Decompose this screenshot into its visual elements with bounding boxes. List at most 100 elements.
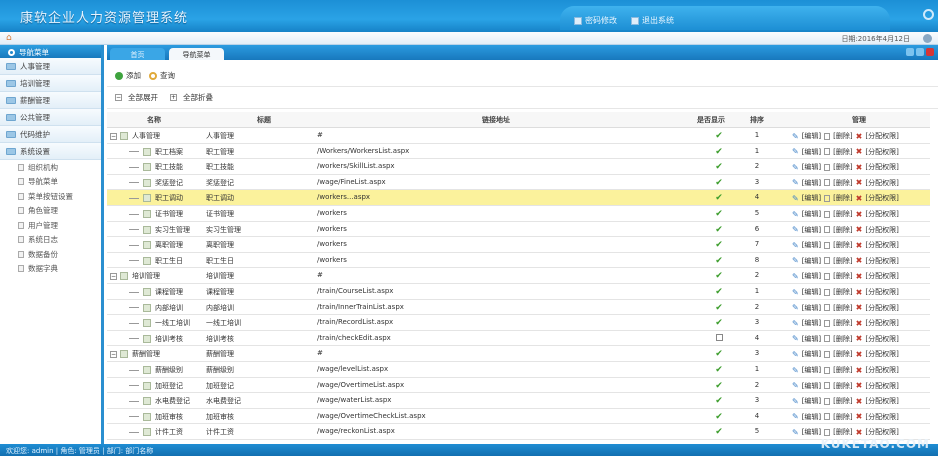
table-row[interactable]: 证书管理 证书管理/workers ✔ 5 ✎ [编辑] [删除] ✖ [分配权限] — [107, 206, 930, 222]
sidebar-item[interactable]: 人事管理 — [0, 58, 101, 75]
edit-link[interactable]: [编辑] — [802, 318, 821, 328]
delete-link[interactable]: [删除] — [833, 162, 852, 172]
edit-link[interactable]: [编辑] — [802, 131, 821, 141]
assign-permission-link[interactable]: [分配权限] — [865, 412, 898, 422]
edit-link[interactable]: [编辑] — [802, 381, 821, 391]
show-checkbox[interactable]: ✔ — [710, 303, 728, 313]
assign-permission-link[interactable]: [分配权限] — [865, 147, 898, 157]
show-checkbox[interactable]: ✔ — [710, 365, 728, 375]
delete-link[interactable]: [删除] — [833, 287, 852, 297]
delete-link[interactable]: [删除] — [833, 412, 852, 422]
sidebar-subitem[interactable]: 菜单按钮设置 — [0, 189, 101, 204]
show-checkbox[interactable]: ✔ — [710, 318, 728, 328]
sidebar-subitem[interactable]: 角色管理 — [0, 204, 101, 219]
delete-link[interactable]: [删除] — [833, 271, 852, 281]
edit-link[interactable]: [编辑] — [802, 193, 821, 203]
delete-link[interactable]: [删除] — [833, 318, 852, 328]
show-checkbox[interactable]: ✔ — [710, 256, 728, 266]
table-row[interactable]: 离职管理 离职管理/workers ✔ 7 ✎ [编辑] [删除] ✖ [分配权限] — [107, 237, 930, 253]
edit-link[interactable]: [编辑] — [802, 271, 821, 281]
sidebar-item[interactable]: 代码维护 — [0, 126, 101, 143]
assign-permission-link[interactable]: [分配权限] — [865, 225, 898, 235]
table-row[interactable]: 计件工资 计件工资/wage/reckonList.aspx ✔ 5 ✎ [编辑] [删除]… — [107, 424, 930, 440]
home-icon[interactable]: ⌂ — [6, 34, 15, 43]
sidebar-subitem[interactable]: 数据备份 — [0, 247, 101, 262]
collapse-node-icon[interactable]: − — [110, 351, 117, 359]
edit-link[interactable]: [编辑] — [802, 240, 821, 250]
sidebar-item[interactable]: 培训管理 — [0, 75, 101, 92]
assign-permission-link[interactable]: [分配权限] — [865, 209, 898, 219]
delete-link[interactable]: [删除] — [833, 131, 852, 141]
assign-permission-link[interactable]: [分配权限] — [865, 303, 898, 313]
sidebar-subitem[interactable]: 组织机构 — [0, 160, 101, 175]
edit-link[interactable]: [编辑] — [802, 162, 821, 172]
show-checkbox[interactable]: ✔ — [710, 381, 728, 391]
table-row[interactable]: 职工技能 职工技能/workers/SkillList.aspx ✔ 2 ✎ [编辑] [删… — [107, 159, 930, 175]
show-checkbox[interactable]: ✔ — [710, 271, 728, 281]
sidebar-subitem[interactable]: 导航菜单 — [0, 175, 101, 190]
table-row[interactable]: 职工档案 职工管理/Workers/WorkersList.aspx ✔ 1 ✎ [编辑]… — [107, 144, 930, 160]
collapse-all-button[interactable]: + 全部折叠 — [170, 92, 213, 103]
edit-link[interactable]: [编辑] — [802, 427, 821, 437]
delete-link[interactable]: [删除] — [833, 396, 852, 406]
sidebar-subitem[interactable]: 用户管理 — [0, 218, 101, 233]
delete-link[interactable]: [删除] — [833, 427, 852, 437]
table-row[interactable]: 水电费登记 水电费登记/wage/waterList.aspx ✔ 3 ✎ [编辑] [删除… — [107, 393, 930, 409]
assign-permission-link[interactable]: [分配权限] — [865, 318, 898, 328]
table-row[interactable]: − 培训管理 培训管理 # ✔ 2 ✎ [编辑] [删除] ✖ [分配权限] — [107, 268, 930, 284]
table-row[interactable]: 实习生管理 实习生管理/workers ✔ 6 ✎ [编辑] [删除] ✖ [分配权限] — [107, 222, 930, 238]
sidebar-item[interactable]: 薪酬管理 — [0, 92, 101, 109]
delete-link[interactable]: [删除] — [833, 256, 852, 266]
show-checkbox[interactable]: ✔ — [710, 412, 728, 422]
tab-home[interactable]: 首页 — [110, 48, 165, 60]
assign-permission-link[interactable]: [分配权限] — [865, 178, 898, 188]
tab-prev-icon[interactable] — [906, 48, 914, 56]
table-row[interactable]: 奖惩登记 奖惩登记/wage/FineList.aspx ✔ 3 ✎ [编辑] [删除] ✖[… — [107, 175, 930, 191]
show-checkbox[interactable]: ✔ — [710, 396, 728, 406]
assign-permission-link[interactable]: [分配权限] — [865, 271, 898, 281]
table-row[interactable]: 加班审核 加班审核/wage/OvertimeCheckList.aspx ✔ 4 ✎[… — [107, 409, 930, 425]
assign-permission-link[interactable]: [分配权限] — [865, 287, 898, 297]
edit-link[interactable]: [编辑] — [802, 334, 821, 344]
edit-link[interactable]: [编辑] — [802, 349, 821, 359]
delete-link[interactable]: [删除] — [833, 147, 852, 157]
tab-next-icon[interactable] — [916, 48, 924, 56]
show-checkbox[interactable]: ✔ — [710, 427, 728, 437]
table-row[interactable]: 课程管理 课程管理/train/CourseList.aspx ✔ 1 ✎ [编辑] [删除… — [107, 284, 930, 300]
table-row[interactable]: 内部培训 内部培训/train/InnerTrainList.aspx ✔ 2 ✎ [编辑… — [107, 300, 930, 316]
show-checkbox[interactable] — [710, 333, 728, 343]
delete-link[interactable]: [删除] — [833, 193, 852, 203]
change-password-button[interactable]: 密码修改 — [574, 11, 617, 30]
show-checkbox[interactable]: ✔ — [710, 287, 728, 297]
tab-nav-menu[interactable]: 导航菜单 — [169, 48, 224, 60]
edit-link[interactable]: [编辑] — [802, 209, 821, 219]
sidebar-subitem[interactable]: 数据字典 — [0, 262, 101, 277]
edit-link[interactable]: [编辑] — [802, 412, 821, 422]
edit-link[interactable]: [编辑] — [802, 396, 821, 406]
expand-all-button[interactable]: − 全部展开 — [115, 92, 158, 103]
show-checkbox[interactable]: ✔ — [710, 349, 728, 359]
delete-link[interactable]: [删除] — [833, 225, 852, 235]
delete-link[interactable]: [删除] — [833, 365, 852, 375]
table-row[interactable]: − 人事管理 人事管理 # ✔ 1 ✎ [编辑] [删除] ✖ [分配权限] — [107, 128, 930, 144]
assign-permission-link[interactable]: [分配权限] — [865, 334, 898, 344]
table-row[interactable]: 薪酬级别 薪酬级别/wage/levelList.aspx ✔ 1 ✎ [编辑] [删除] ✖… — [107, 362, 930, 378]
show-checkbox[interactable]: ✔ — [710, 131, 728, 141]
delete-link[interactable]: [删除] — [833, 240, 852, 250]
delete-link[interactable]: [删除] — [833, 178, 852, 188]
edit-link[interactable]: [编辑] — [802, 256, 821, 266]
edit-link[interactable]: [编辑] — [802, 287, 821, 297]
collapse-node-icon[interactable]: − — [110, 273, 117, 281]
sidebar-item[interactable]: 公共管理 — [0, 109, 101, 126]
assign-permission-link[interactable]: [分配权限] — [865, 162, 898, 172]
edit-link[interactable]: [编辑] — [802, 178, 821, 188]
assign-permission-link[interactable]: [分配权限] — [865, 381, 898, 391]
help-icon[interactable] — [923, 34, 932, 43]
delete-link[interactable]: [删除] — [833, 349, 852, 359]
show-checkbox[interactable]: ✔ — [710, 193, 728, 203]
show-checkbox[interactable]: ✔ — [710, 225, 728, 235]
show-checkbox[interactable]: ✔ — [710, 209, 728, 219]
edit-link[interactable]: [编辑] — [802, 225, 821, 235]
show-checkbox[interactable]: ✔ — [710, 240, 728, 250]
logout-button[interactable]: 退出系统 — [631, 11, 674, 30]
